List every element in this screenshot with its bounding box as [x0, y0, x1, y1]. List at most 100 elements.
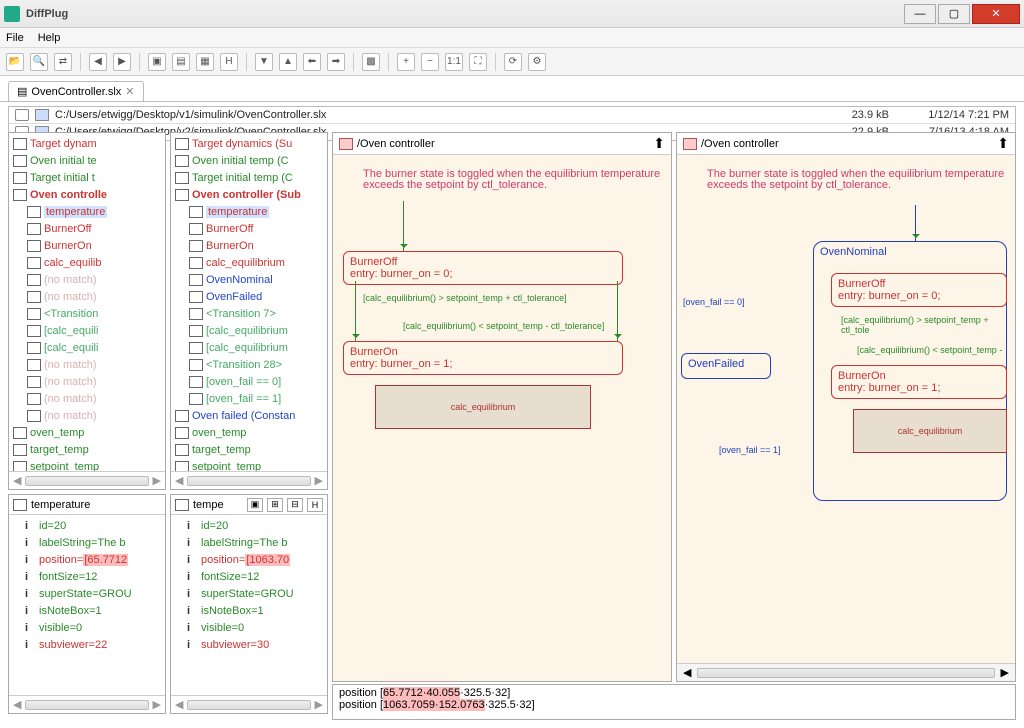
- zoom-in-icon[interactable]: +: [397, 53, 415, 71]
- prop-row: isuperState=GROU: [171, 585, 327, 602]
- maximize-button[interactable]: ▢: [938, 4, 970, 24]
- props-left-scroll[interactable]: ◀▶: [9, 695, 165, 713]
- sub-calcequilibrium[interactable]: calc_equilibrium: [853, 409, 1007, 453]
- diagram-left[interactable]: /Oven controller ⬆ The burner state is t…: [332, 132, 672, 682]
- tree-node[interactable]: (no match): [9, 271, 165, 288]
- sub-calcequilibrium[interactable]: calc_equilibrium: [375, 385, 591, 429]
- state-ovenfailed[interactable]: OvenFailed: [681, 353, 771, 379]
- nav-right-icon[interactable]: ▶: [113, 53, 131, 71]
- tab-ovencontroller[interactable]: ▤ OvenController.slx ✕: [8, 81, 144, 101]
- tree-node[interactable]: Target dynamics (Su: [171, 135, 327, 152]
- titlebar: DiffPlug — ▢ ✕: [0, 0, 1024, 28]
- settings-icon[interactable]: ⚙: [528, 53, 546, 71]
- tree-node[interactable]: [oven_fail == 0]: [171, 373, 327, 390]
- open-icon[interactable]: 📂: [6, 53, 24, 71]
- grid-icon[interactable]: ▦: [196, 53, 214, 71]
- tree-node[interactable]: (no match): [9, 288, 165, 305]
- tree-node[interactable]: <Transition 7>: [171, 305, 327, 322]
- tree-node[interactable]: [oven_fail == 1]: [171, 390, 327, 407]
- tree-node[interactable]: Target initial temp (C: [171, 169, 327, 186]
- up-arrow-icon[interactable]: ⬆: [653, 135, 665, 152]
- nav-left-icon[interactable]: ◀: [89, 53, 107, 71]
- search-icon[interactable]: 🔍: [30, 53, 48, 71]
- tree-node[interactable]: Target initial t: [9, 169, 165, 186]
- tree-node[interactable]: setpoint_temp: [9, 458, 165, 471]
- legend-icon[interactable]: ▩: [362, 53, 380, 71]
- tree-node[interactable]: OvenFailed: [171, 288, 327, 305]
- tree-node[interactable]: Oven controller (Sub: [171, 186, 327, 203]
- state-burneroff[interactable]: BurnerOffentry: burner_on = 0;: [343, 251, 623, 285]
- tree-node[interactable]: BurnerOn: [171, 237, 327, 254]
- tree-node[interactable]: BurnerOn: [9, 237, 165, 254]
- tree-node[interactable]: (no match): [9, 373, 165, 390]
- tree-node[interactable]: (no match): [9, 407, 165, 424]
- tree-node[interactable]: (no match): [9, 390, 165, 407]
- tree-node[interactable]: Target dynam: [9, 135, 165, 152]
- tree-node[interactable]: Oven initial temp (C: [171, 152, 327, 169]
- document-tabs: ▤ OvenController.slx ✕: [0, 76, 1024, 102]
- tree-node[interactable]: Oven initial te: [9, 152, 165, 169]
- tree-node[interactable]: <Transition: [9, 305, 165, 322]
- compare-icon[interactable]: ⇄: [54, 53, 72, 71]
- tree-right[interactable]: Target dynamics (SuOven initial temp (CT…: [170, 132, 328, 490]
- prop-btn-1[interactable]: ▣: [247, 498, 263, 512]
- state-burneroff[interactable]: BurnerOffentry: burner_on = 0;: [831, 273, 1007, 307]
- prop-btn-2[interactable]: ⊞: [267, 498, 283, 512]
- tree-node[interactable]: [calc_equilibrium: [171, 339, 327, 356]
- hier-icon[interactable]: H: [220, 53, 238, 71]
- tree-node[interactable]: [calc_equili: [9, 322, 165, 339]
- close-button[interactable]: ✕: [972, 4, 1020, 24]
- merge-up-icon[interactable]: ▲: [279, 53, 297, 71]
- tree-node[interactable]: setpoint_temp: [171, 458, 327, 471]
- merge-down-icon[interactable]: ▼: [255, 53, 273, 71]
- tree-node[interactable]: calc_equilibrium: [171, 254, 327, 271]
- tree-node[interactable]: target_temp: [171, 441, 327, 458]
- tree-node[interactable]: OvenNominal: [171, 271, 327, 288]
- refresh-icon[interactable]: ⟳: [504, 53, 522, 71]
- merge-right-icon[interactable]: ➡: [327, 53, 345, 71]
- tree-left-scroll[interactable]: ◀▶: [9, 471, 165, 489]
- prop-row: ilabelString=The b: [9, 534, 165, 551]
- prop-row: ivisible=0: [9, 619, 165, 636]
- tree-node[interactable]: (no match): [9, 356, 165, 373]
- zoom-out-icon[interactable]: −: [421, 53, 439, 71]
- prop-btn-3[interactable]: ⊟: [287, 498, 303, 512]
- state-burneron[interactable]: BurnerOnentry: burner_on = 1;: [831, 365, 1007, 399]
- props-right-scroll[interactable]: ◀▶: [171, 695, 327, 713]
- tree-node[interactable]: [calc_equili: [9, 339, 165, 356]
- tree-node[interactable]: target_temp: [9, 441, 165, 458]
- diagram-right[interactable]: /Oven controller ⬆ The burner state is t…: [676, 132, 1016, 682]
- tree-node[interactable]: oven_temp: [171, 424, 327, 441]
- tree-node[interactable]: BurnerOff: [9, 220, 165, 237]
- minimize-button[interactable]: —: [904, 4, 936, 24]
- prop-btn-h[interactable]: H: [307, 498, 323, 512]
- tree-node[interactable]: BurnerOff: [171, 220, 327, 237]
- zoom-11-icon[interactable]: 1:1: [445, 53, 463, 71]
- prop-row: ivisible=0: [171, 619, 327, 636]
- collapse-icon[interactable]: ▤: [172, 53, 190, 71]
- tree-left[interactable]: Target dynamOven initial teTarget initia…: [8, 132, 166, 490]
- file-row-left: C:/Users/etwigg/Desktop/v1/simulink/Oven…: [9, 107, 1015, 124]
- tree-node[interactable]: Oven controlle: [9, 186, 165, 203]
- tree-node[interactable]: [calc_equilibrium: [171, 322, 327, 339]
- expand-icon[interactable]: ▣: [148, 53, 166, 71]
- zoom-fit-icon[interactable]: ⛶: [469, 53, 487, 71]
- tree-node[interactable]: Oven failed (Constan: [171, 407, 327, 424]
- up-arrow-icon[interactable]: ⬆: [997, 135, 1009, 152]
- tree-right-scroll[interactable]: ◀▶: [171, 471, 327, 489]
- tree-node[interactable]: temperature: [171, 203, 327, 220]
- merge-left-icon[interactable]: ⬅: [303, 53, 321, 71]
- prop-title-left: temperature: [31, 499, 161, 511]
- menu-help[interactable]: Help: [38, 32, 61, 44]
- tree-node[interactable]: temperature: [9, 203, 165, 220]
- diagram-right-hscroll[interactable]: ◀▶: [677, 663, 1015, 681]
- tree-node[interactable]: oven_temp: [9, 424, 165, 441]
- tree-node[interactable]: calc_equilib: [9, 254, 165, 271]
- state-burneron[interactable]: BurnerOnentry: burner_on = 1;: [343, 341, 623, 375]
- tree-node[interactable]: <Transition 28>: [171, 356, 327, 373]
- tab-close-icon[interactable]: ✕: [125, 85, 134, 98]
- prop-row: ifontSize=12: [9, 568, 165, 585]
- prop-icon: [175, 499, 189, 511]
- menu-file[interactable]: File: [6, 32, 24, 44]
- prop-row: iisNoteBox=1: [9, 602, 165, 619]
